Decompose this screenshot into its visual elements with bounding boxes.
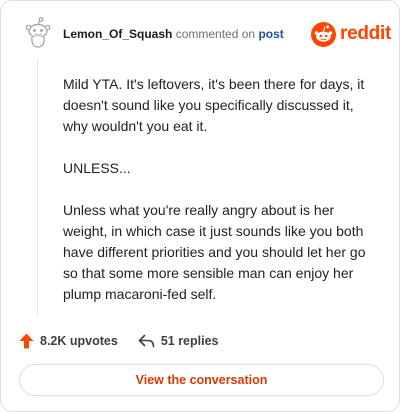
reddit-logo[interactable]: reddit bbox=[311, 21, 391, 47]
replies-count: 51 replies bbox=[160, 334, 219, 348]
comment-stats: 8.2K upvotes 51 replies bbox=[19, 331, 219, 351]
reply-arrow-icon bbox=[138, 334, 155, 348]
upvote-arrow-icon bbox=[19, 333, 34, 349]
thread-line bbox=[37, 59, 38, 315]
reddit-wordmark: reddit bbox=[340, 23, 391, 44]
upvotes-stat[interactable]: 8.2K upvotes bbox=[19, 333, 118, 349]
replies-stat[interactable]: 51 replies bbox=[138, 334, 219, 348]
comment-byline: Lemon_Of_Squash commented on post bbox=[63, 26, 284, 42]
view-conversation-button[interactable]: View the conversation bbox=[19, 364, 384, 396]
comment-paragraph: Unless what you're really angry about is… bbox=[63, 202, 366, 302]
comment-body: Mild YTA. It's leftovers, it's been ther… bbox=[63, 74, 379, 305]
comment-paragraph: UNLESS... bbox=[63, 160, 131, 176]
byline-action: commented on bbox=[175, 27, 256, 41]
upvotes-count: 8.2K upvotes bbox=[40, 334, 118, 348]
post-link[interactable]: post bbox=[258, 27, 283, 41]
comment-header: Lemon_Of_Squash commented on post reddit bbox=[1, 1, 400, 61]
reddit-logo-icon bbox=[311, 21, 336, 47]
comment-embed-card: Lemon_Of_Squash commented on post reddit… bbox=[0, 0, 400, 412]
snoo-avatar-icon[interactable] bbox=[21, 16, 55, 50]
comment-author[interactable]: Lemon_Of_Squash bbox=[63, 27, 172, 41]
comment-paragraph: Mild YTA. It's leftovers, it's been ther… bbox=[63, 76, 365, 134]
